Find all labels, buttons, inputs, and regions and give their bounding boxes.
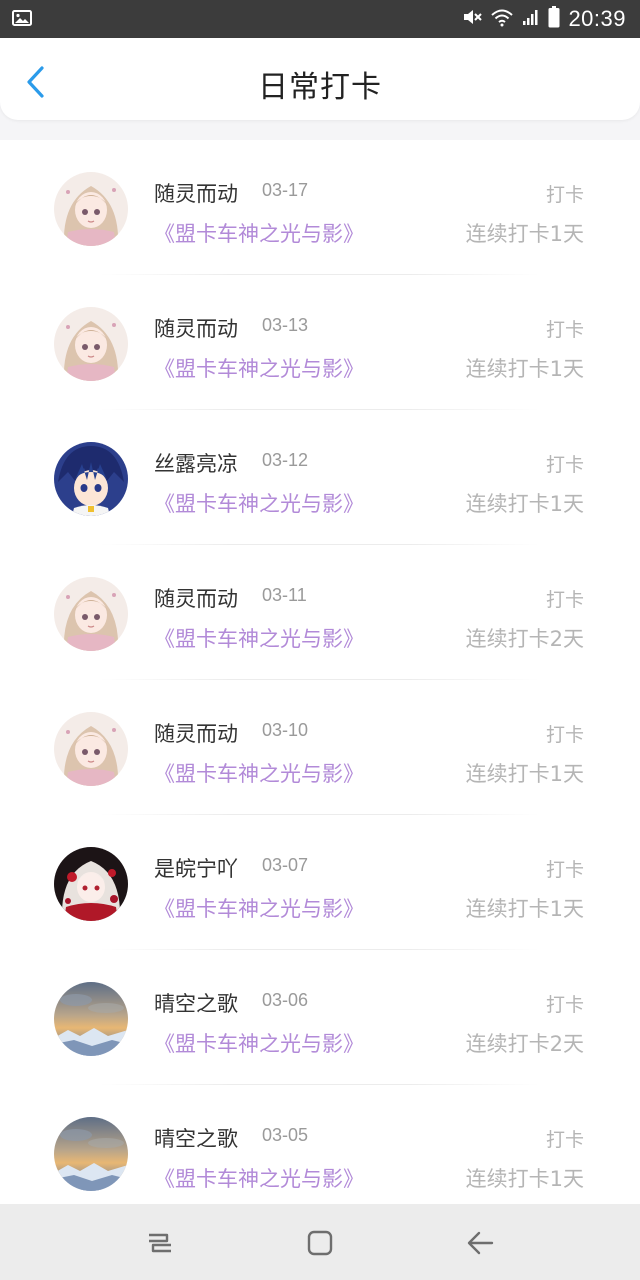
list-item[interactable]: 随灵而动 03-13 打卡 《盟卡车神之光与影》 连续打卡1天	[0, 275, 640, 410]
book-title-link[interactable]: 《盟卡车神之光与影》	[154, 488, 364, 518]
list-item[interactable]: 晴空之歌 03-06 打卡 《盟卡车神之光与影》 连续打卡2天	[0, 950, 640, 1085]
streak-text: 连续打卡1天	[465, 222, 584, 246]
book-title-link[interactable]: 《盟卡车神之光与影》	[154, 893, 364, 923]
checkin-date: 03-05	[262, 1125, 309, 1145]
status-bar: 20:39	[0, 0, 640, 38]
streak-text: 连续打卡1天	[465, 357, 584, 381]
checkin-date: 03-11	[262, 585, 307, 605]
user-name: 随灵而动	[154, 182, 238, 206]
anime-girl-avatar	[54, 172, 128, 246]
checkin-date: 03-06	[262, 990, 309, 1010]
streak-text: 连续打卡1天	[465, 492, 584, 516]
recents-icon	[149, 1233, 171, 1253]
status-time: 20:39	[568, 6, 626, 31]
streak-text: 连续打卡2天	[465, 627, 584, 651]
checkin-tag: 打卡	[545, 454, 584, 476]
checkin-tag: 打卡	[545, 319, 584, 341]
list-item[interactable]: 随灵而动 03-10 打卡 《盟卡车神之光与影》 连续打卡1天	[0, 680, 640, 815]
battery-icon	[548, 6, 560, 32]
checkin-tag: 打卡	[545, 589, 584, 611]
list-item[interactable]: 随灵而动 03-17 打卡 《盟卡车神之光与影》 连续打卡1天	[0, 140, 640, 275]
recents-button[interactable]	[144, 1228, 176, 1258]
anime-girl-avatar	[54, 577, 128, 651]
home-icon	[307, 1230, 333, 1256]
user-name: 晴空之歌	[154, 1127, 238, 1151]
book-title-link[interactable]: 《盟卡车神之光与影》	[154, 623, 364, 653]
avatar[interactable]	[54, 712, 128, 786]
checkin-tag: 打卡	[545, 724, 584, 746]
anime-girl-avatar	[54, 712, 128, 786]
anime-girl-red-avatar	[54, 847, 128, 921]
avatar[interactable]	[54, 442, 128, 516]
streak-text: 连续打卡1天	[465, 897, 584, 921]
avatar[interactable]	[54, 982, 128, 1056]
system-nav-bar	[0, 1204, 640, 1280]
streak-text: 连续打卡1天	[465, 762, 584, 786]
anime-boy-avatar	[54, 442, 128, 516]
streak-text: 连续打卡1天	[465, 1167, 584, 1191]
checkin-tag: 打卡	[545, 184, 584, 206]
book-title-link[interactable]: 《盟卡车神之光与影》	[154, 1163, 364, 1193]
checkin-date: 03-12	[262, 450, 309, 470]
book-title-link[interactable]: 《盟卡车神之光与影》	[154, 1028, 364, 1058]
streak-text: 连续打卡2天	[465, 1032, 584, 1056]
checkin-tag: 打卡	[545, 994, 584, 1016]
checkin-date: 03-10	[262, 720, 309, 740]
user-name: 随灵而动	[154, 587, 238, 611]
checkin-date: 03-17	[262, 180, 309, 200]
book-title-link[interactable]: 《盟卡车神之光与影》	[154, 758, 364, 788]
user-name: 晴空之歌	[154, 992, 238, 1016]
user-name: 丝露亮凉	[154, 452, 238, 476]
checkin-tag: 打卡	[545, 1129, 584, 1151]
back-arrow-icon	[467, 1231, 494, 1255]
list-item[interactable]: 随灵而动 03-11 打卡 《盟卡车神之光与影》 连续打卡2天	[0, 545, 640, 680]
signal-icon	[522, 8, 540, 30]
checkin-date: 03-07	[262, 855, 309, 875]
sky-landscape-avatar	[54, 1117, 128, 1191]
user-name: 随灵而动	[154, 317, 238, 341]
avatar[interactable]	[54, 307, 128, 381]
wifi-icon	[490, 7, 514, 31]
sky-landscape-avatar	[54, 982, 128, 1056]
anime-girl-avatar	[54, 307, 128, 381]
avatar[interactable]	[54, 577, 128, 651]
checkin-list: 随灵而动 03-17 打卡 《盟卡车神之光与影》 连续打卡1天 随灵而动 03-…	[0, 140, 640, 1204]
page-title: 日常打卡	[258, 70, 382, 105]
user-name: 随灵而动	[154, 722, 238, 746]
home-button[interactable]	[304, 1228, 336, 1258]
list-item[interactable]: 晴空之歌 03-05 打卡 《盟卡车神之光与影》 连续打卡1天	[0, 1085, 640, 1204]
user-name: 是皖宁吖	[154, 857, 238, 881]
checkin-date: 03-13	[262, 315, 309, 335]
checkin-tag: 打卡	[545, 859, 584, 881]
avatar[interactable]	[54, 1117, 128, 1191]
avatar[interactable]	[54, 847, 128, 921]
list-item[interactable]: 是皖宁吖 03-07 打卡 《盟卡车神之光与影》 连续打卡1天	[0, 815, 640, 950]
page-header: 日常打卡	[0, 38, 640, 120]
back-nav-button[interactable]	[464, 1228, 496, 1258]
avatar[interactable]	[54, 172, 128, 246]
image-icon	[12, 10, 32, 26]
list-item[interactable]: 丝露亮凉 03-12 打卡 《盟卡车神之光与影》 连续打卡1天	[0, 410, 640, 545]
book-title-link[interactable]: 《盟卡车神之光与影》	[154, 218, 364, 248]
mute-icon	[462, 7, 483, 31]
book-title-link[interactable]: 《盟卡车神之光与影》	[154, 353, 364, 383]
